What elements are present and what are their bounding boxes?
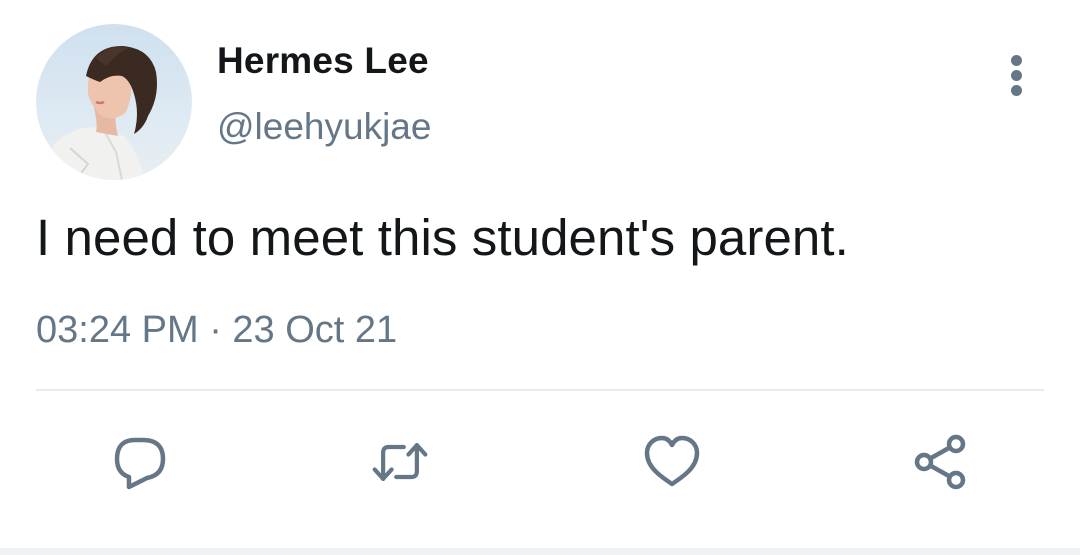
- more-options-button[interactable]: [996, 50, 1036, 100]
- more-vertical-icon: [1010, 54, 1022, 96]
- avatar-image: [46, 46, 157, 180]
- tweet-timestamp[interactable]: 03:24 PM · 23 Oct 21: [36, 309, 397, 352]
- tweet-text: I need to meet this student's parent.: [36, 209, 849, 266]
- avatar[interactable]: [36, 24, 192, 180]
- reply-icon: [114, 437, 166, 490]
- bottom-divider: [0, 548, 1080, 555]
- heart-icon: [644, 435, 700, 487]
- divider: [36, 389, 1044, 391]
- share-button[interactable]: [910, 432, 970, 492]
- like-button[interactable]: [642, 432, 702, 492]
- retweet-button[interactable]: [370, 432, 430, 492]
- display-name[interactable]: Hermes Lee: [217, 40, 429, 82]
- reply-button[interactable]: [110, 432, 170, 492]
- retweet-icon: [372, 443, 428, 481]
- share-icon: [914, 434, 966, 490]
- tweet-card: Hermes Lee @leehyukjae I need to meet th…: [0, 0, 1080, 555]
- user-handle[interactable]: @leehyukjae: [217, 106, 431, 148]
